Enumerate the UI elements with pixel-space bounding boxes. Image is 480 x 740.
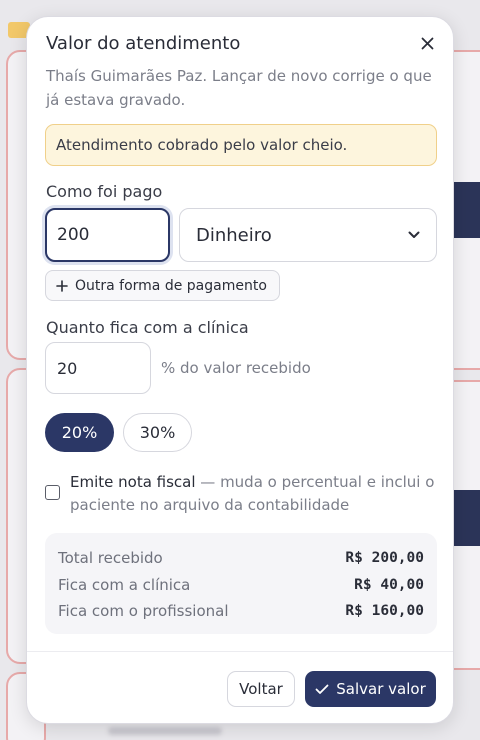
preset-30-button[interactable]: 30% (123, 413, 192, 452)
close-button[interactable] (415, 31, 439, 55)
percent-suffix: % do valor recebido (161, 359, 311, 377)
preset-20-button[interactable]: 20% (45, 413, 114, 452)
check-icon (315, 684, 329, 694)
add-payment-method-button[interactable]: Outra forma de pagamento (45, 270, 280, 301)
modal-subtitle: Thaís Guimarães Paz. Lançar de novo corr… (46, 67, 432, 109)
clinic-percent-input[interactable] (45, 342, 151, 394)
payment-label: Como foi pago (46, 182, 163, 201)
summary-row: Fica com a clínica R$ 40,00 (58, 572, 424, 599)
summary-value: R$ 160,00 (345, 603, 424, 620)
modal-title: Valor do atendimento (46, 33, 241, 54)
background-text (108, 727, 222, 735)
summary-row: Total recebido R$ 200,00 (58, 545, 424, 572)
payment-modal: Valor do atendimento Thaís Guimarães Paz… (26, 16, 454, 724)
summary-value: R$ 40,00 (354, 576, 424, 593)
amount-input[interactable] (45, 208, 170, 262)
invoice-label: Emite nota fiscal (70, 473, 196, 491)
save-button[interactable]: Salvar valor (305, 671, 436, 707)
summary-label: Fica com a clínica (58, 575, 191, 594)
summary-label: Fica com o profissional (58, 602, 229, 621)
payment-method-value: Dinheiro (196, 224, 272, 246)
payment-summary: Total recebido R$ 200,00 Fica com a clín… (45, 533, 437, 634)
summary-value: R$ 200,00 (345, 550, 424, 567)
notice-text: Atendimento cobrado pelo valor cheio. (56, 136, 348, 154)
plus-icon (56, 279, 68, 292)
summary-row: Fica com o profissional R$ 160,00 (58, 598, 424, 625)
invoice-checkbox-label[interactable]: Emite nota fiscal — muda o percentual e … (70, 471, 438, 517)
save-label: Salvar valor (336, 680, 426, 698)
notice-banner: Atendimento cobrado pelo valor cheio. (45, 124, 437, 166)
close-icon (421, 37, 433, 49)
summary-label: Total recebido (58, 549, 163, 568)
footer-divider (27, 651, 453, 652)
clinic-share-label: Quanto fica com a clínica (46, 318, 249, 337)
payment-method-select[interactable]: Dinheiro (179, 208, 437, 262)
add-payment-label: Outra forma de pagamento (75, 277, 267, 294)
back-button[interactable]: Voltar (227, 671, 295, 707)
invoice-checkbox[interactable] (45, 485, 60, 500)
chevron-down-icon (408, 231, 420, 238)
